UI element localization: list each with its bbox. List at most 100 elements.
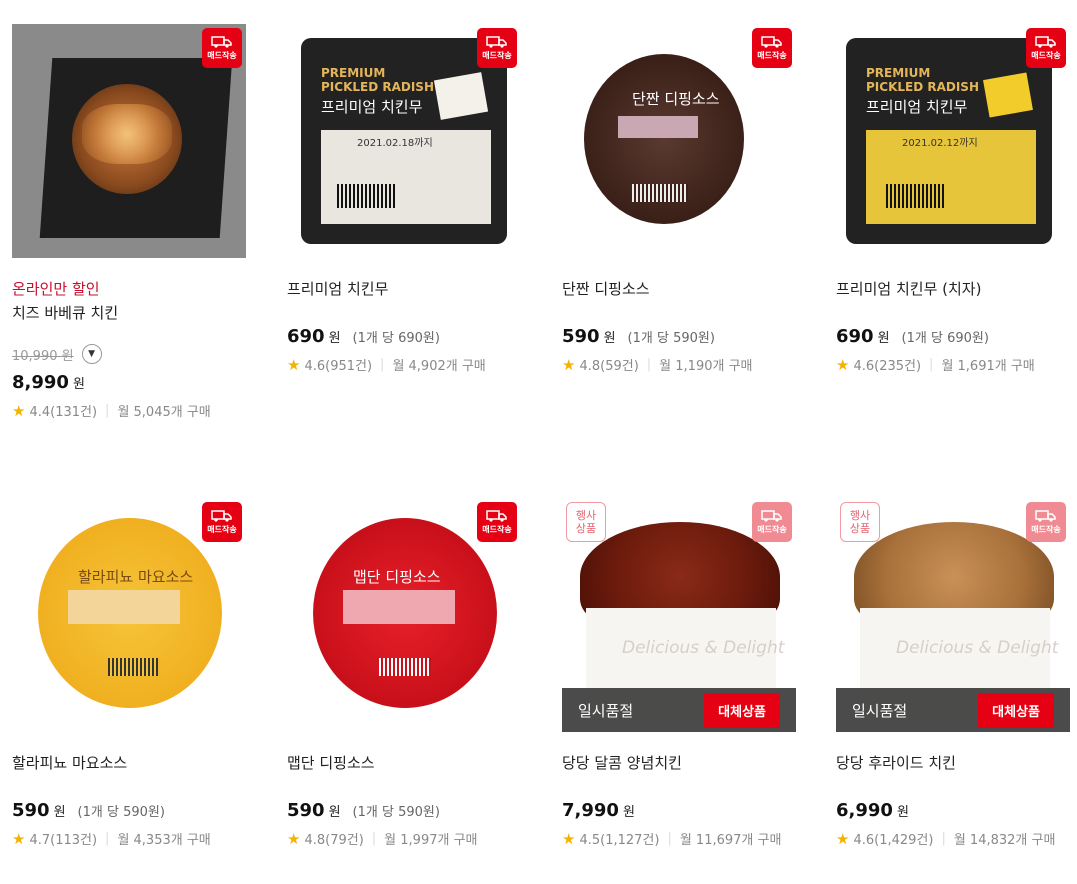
truck-icon	[486, 510, 507, 522]
price: 590	[287, 800, 325, 821]
package-text: 프리미엄 치킨무	[321, 98, 423, 116]
rating-row: ★ 4.6(951건) | 월 4,902개 구매	[287, 355, 521, 375]
delivery-badge-label: 매드작송	[1031, 525, 1061, 534]
product-card[interactable]: 할라피뇨 마요소스 할라피뇨 마요소스 590 원 (1개 당 590원) ★ …	[12, 498, 246, 848]
package-text: PICKLED RADISH	[321, 80, 434, 94]
rating-value: 4.5(1,127건)	[579, 833, 660, 848]
currency: 원	[896, 805, 909, 820]
soldout-label: 일시품절	[578, 701, 634, 720]
promo-label: 온라인만 할인	[12, 280, 100, 298]
star-icon: ★	[562, 355, 576, 374]
soldout-label: 일시품절	[852, 701, 908, 720]
rating-value: 4.8(79건)	[304, 833, 364, 848]
product-name[interactable]: 당당 후라이드 치킨	[836, 752, 1070, 774]
rating-row: ★ 4.7(113건) | 월 4,353개 구매	[12, 829, 246, 849]
rating-value: 4.6(951건)	[304, 359, 373, 374]
divider: |	[646, 357, 652, 372]
currency: 원	[328, 331, 341, 346]
price-row: 690 원 (1개 당 690원)	[287, 326, 521, 347]
soldout-overlay: 일시품절 대체상품	[562, 688, 796, 732]
alternative-product-button[interactable]: 대체상품	[704, 692, 780, 728]
divider: |	[105, 403, 110, 418]
truck-icon	[1035, 510, 1056, 522]
product-card[interactable]: Delicious & Delight 행사 상품 일시품절 대체상품 당당 후…	[836, 498, 1070, 848]
currency: 원	[53, 805, 66, 820]
monthly-purchases: 월 4,902개 구매	[392, 359, 486, 374]
delivery-badge-label: 매드작송	[482, 525, 512, 534]
star-icon: ★	[12, 829, 26, 848]
divider: |	[105, 831, 110, 846]
unit-price: (1개 당 690원)	[352, 331, 440, 346]
delivery-badge-label: 매드작송	[207, 51, 237, 60]
package-text: 맵단 디핑소스	[353, 568, 441, 586]
price: 8,990	[12, 372, 69, 393]
monthly-purchases: 월 1,190개 구매	[659, 359, 753, 374]
product-name[interactable]: 프리미엄 치킨무	[287, 278, 521, 300]
chevron-down-icon[interactable]: ▼	[81, 344, 102, 364]
product-name[interactable]: 당당 달콤 양념치킨	[562, 752, 796, 774]
original-price-row: 10,990 원 ▼	[12, 344, 246, 364]
divider: |	[941, 831, 946, 846]
currency: 원	[328, 805, 341, 820]
currency: 원	[603, 331, 616, 346]
rating-value: 4.4(131건)	[29, 405, 98, 420]
delivery-badge-label: 매드작송	[757, 51, 787, 60]
monthly-purchases: 월 14,832개 구매	[953, 833, 1056, 848]
monthly-purchases: 월 1,997개 구매	[384, 833, 478, 848]
delivery-badge-label: 매드작송	[757, 525, 787, 534]
price: 7,990	[562, 800, 619, 821]
product-card[interactable]: Delicious & Delight 행사 상품 일시품절 대체상품 당당 달…	[562, 498, 796, 848]
star-icon: ★	[562, 829, 576, 848]
currency: 원	[72, 377, 85, 392]
divider: |	[380, 357, 385, 372]
rating-row: ★ 4.8(59건) | 월 1,190개 구매	[562, 355, 796, 375]
package-text: 할라피뇨 마요소스	[78, 568, 194, 586]
price-row: 6,990 원	[836, 800, 1070, 821]
alternative-product-button[interactable]: 대체상품	[978, 692, 1054, 728]
package-text: PICKLED RADISH	[866, 80, 979, 94]
unit-price: (1개 당 590원)	[77, 805, 165, 820]
delivery-badge: 매드작송	[202, 28, 242, 68]
product-card[interactable]: PREMIUM PICKLED RADISH 프리미엄 치킨무 2021.02.…	[836, 24, 1070, 374]
delivery-badge-label: 매드작송	[1031, 51, 1061, 60]
rating-value: 4.7(113건)	[29, 833, 98, 848]
product-name[interactable]: 치즈 바베큐 치킨	[12, 302, 246, 324]
product-name[interactable]: 프리미엄 치킨무 (치자)	[836, 278, 1070, 300]
soldout-overlay: 일시품절 대체상품	[836, 688, 1070, 732]
product-card[interactable]: PREMIUM PICKLED RADISH 프리미엄 치킨무 2021.02.…	[287, 24, 521, 374]
price: 590	[12, 800, 50, 821]
price-row: 590 원 (1개 당 590원)	[562, 326, 796, 347]
product-name[interactable]: 할라피뇨 마요소스	[12, 752, 246, 774]
package-text: 2021.02.18까지	[357, 138, 433, 149]
delivery-badge: 매드작송	[1026, 28, 1066, 68]
price-row: 8,990 원	[12, 372, 246, 393]
monthly-purchases: 월 4,353개 구매	[117, 833, 211, 848]
product-name[interactable]: 맵단 디핑소스	[287, 752, 521, 774]
price-row: 590 원 (1개 당 590원)	[12, 800, 246, 821]
monthly-purchases: 월 1,691개 구매	[941, 359, 1035, 374]
price: 590	[562, 326, 600, 347]
product-name[interactable]: 단짠 디핑소스	[562, 278, 796, 300]
event-badge-line: 행사	[849, 509, 871, 522]
rating-row: ★ 4.6(235건) | 월 1,691개 구매	[836, 355, 1070, 375]
package-text: Delicious & Delight	[896, 638, 1059, 658]
delivery-badge-label: 매드작송	[207, 525, 237, 534]
package-text: Delicious & Delight	[622, 638, 785, 658]
rating-row: ★ 4.6(1,429건) | 월 14,832개 구매	[836, 829, 1070, 849]
truck-icon	[761, 36, 782, 48]
package-text: PREMIUM	[321, 66, 386, 80]
event-badge: 행사 상품	[840, 502, 880, 542]
delivery-badge-label: 매드작송	[482, 51, 512, 60]
product-card[interactable]: 맵단 디핑소스 맵단 디핑소스 590 원 (1개 당 590원) ★ 4.8(…	[287, 498, 521, 848]
event-badge-line: 행사	[575, 509, 597, 522]
truck-icon	[211, 510, 232, 522]
truck-icon	[211, 36, 232, 48]
product-card[interactable]: 단짠 디핑소스 단짠 디핑소스 590 원 (1개 당 590원) ★ 4.8(…	[562, 24, 796, 374]
monthly-purchases: 월 11,697개 구매	[679, 833, 782, 848]
product-card[interactable]: 온라인만 할인 치즈 바베큐 치킨 10,990 원 ▼ 8,990 원 ★ 4…	[12, 24, 246, 420]
event-badge: 행사 상품	[566, 502, 606, 542]
package-text: PREMIUM	[866, 66, 931, 80]
price-row: 690 원 (1개 당 690원)	[836, 326, 1070, 347]
original-price: 10,990 원	[12, 348, 74, 364]
package-text: 단짠 디핑소스	[632, 90, 720, 108]
